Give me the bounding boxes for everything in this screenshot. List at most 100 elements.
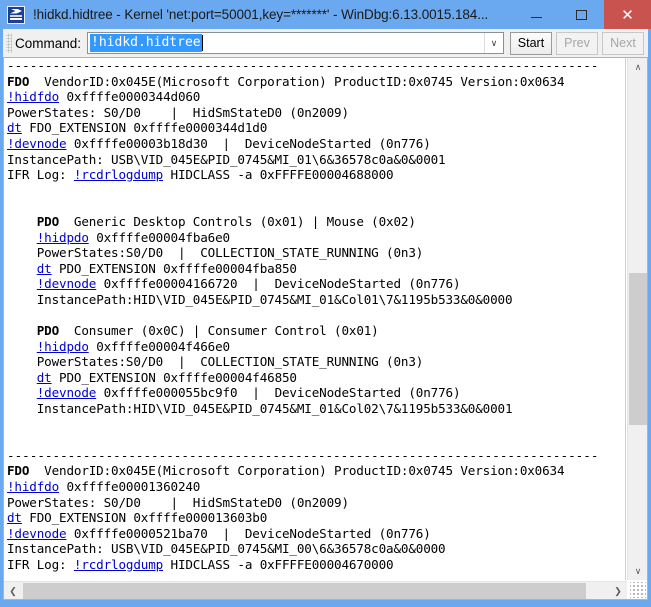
console-link[interactable]: !devnode (7, 526, 67, 541)
vertical-scrollbar[interactable]: ∧ ∨ (627, 58, 647, 580)
windbg-icon (7, 5, 25, 24)
console-line: IFR Log: !rcdrlogdump HIDCLASS -a 0xFFFF… (7, 167, 625, 183)
scroll-right-icon[interactable]: ❯ (609, 582, 627, 599)
console-text: IFR Log: (7, 167, 74, 183)
console-link[interactable]: !rcdrlogdump (74, 167, 163, 182)
console-text: FDO_EXTENSION 0xffffe000013603b0 (21, 510, 268, 526)
console-line: ----------------------------------------… (7, 58, 625, 74)
console-separator: ----------------------------------------… (7, 447, 599, 463)
console-line: PowerStates: S0/D0 | HidSmStateD0 (0n200… (7, 105, 625, 121)
console-line: !hidpdo 0xffffe00004f466e0 (7, 339, 625, 355)
console-text: VendorID:0x045E(Microsoft Corporation) P… (29, 73, 565, 89)
console-output: ----------------------------------------… (4, 58, 625, 580)
console-link[interactable]: dt (7, 510, 22, 525)
console-link[interactable]: dt (7, 120, 22, 135)
minimize-button[interactable] (514, 0, 559, 29)
console-line: ----------------------------------------… (7, 448, 625, 464)
console-link[interactable]: !hidfdo (7, 89, 59, 104)
console-line: !devnode 0xffffe000055bc9f0 | DeviceNode… (7, 385, 625, 401)
close-button[interactable]: ✕ (604, 0, 651, 29)
console-line: InstancePath: USB\VID_045E&PID_0745&MI_0… (7, 541, 625, 557)
console-text: InstancePath: USB\VID_045E&PID_0745&MI_0… (7, 541, 446, 557)
console-link[interactable]: !rcdrlogdump (74, 557, 163, 572)
resize-grip-icon[interactable] (630, 582, 646, 598)
console-text: VendorID:0x045E(Microsoft Corporation) P… (29, 463, 565, 479)
command-bar: Command: !hidkd.hidtree ∨ Start Prev Nex… (3, 29, 648, 57)
window-title: !hidkd.hidtree - Kernel 'net:port=50001,… (33, 7, 489, 22)
console-link[interactable]: !devnode (7, 136, 67, 151)
console-link[interactable]: !devnode (37, 276, 97, 291)
scroll-up-icon[interactable]: ∧ (628, 58, 647, 76)
command-input[interactable]: !hidkd.hidtree (90, 34, 202, 52)
console-keyword: FDO (7, 73, 30, 89)
console-viewport[interactable]: ----------------------------------------… (4, 58, 626, 580)
console-line: PowerStates:S0/D0 | COLLECTION_STATE_RUN… (7, 354, 625, 370)
console-line: InstancePath:HID\VID_045E&PID_0745&MI_01… (7, 292, 625, 308)
chevron-down-icon[interactable]: ∨ (484, 33, 503, 53)
console-line: dt FDO_EXTENSION 0xffffe0000344d1d0 (7, 120, 625, 136)
console-text: PowerStates:S0/D0 | COLLECTION_STATE_RUN… (36, 354, 424, 370)
window-controls: ✕ (514, 0, 651, 29)
console-keyword: FDO (7, 463, 30, 479)
maximize-button[interactable] (559, 0, 604, 29)
console-text: InstancePath:HID\VID_045E&PID_0745&MI_01… (36, 401, 513, 417)
console-line: IFR Log: !rcdrlogdump HIDCLASS -a 0xFFFF… (7, 557, 625, 573)
command-combobox[interactable]: !hidkd.hidtree ∨ (87, 32, 504, 54)
prev-button[interactable]: Prev (556, 31, 598, 55)
console-text: PowerStates:S0/D0 | COLLECTION_STATE_RUN… (36, 245, 424, 261)
console-link[interactable]: dt (37, 370, 52, 385)
console-text: 0xffffe00001360240 (59, 479, 201, 495)
console-line: PowerStates: S0/D0 | HidSmStateD0 (0n200… (7, 495, 625, 511)
console-line: !hidpdo 0xffffe00004fba6e0 (7, 230, 625, 246)
toolbar-grip-icon[interactable] (6, 33, 12, 53)
console-text: PDO_EXTENSION 0xffffe00004fba850 (51, 260, 297, 276)
start-button[interactable]: Start (510, 31, 552, 55)
title-bar[interactable]: !hidkd.hidtree - Kernel 'net:port=50001,… (0, 0, 651, 29)
minimize-icon (531, 17, 542, 18)
scroll-down-icon[interactable]: ∨ (628, 562, 647, 580)
console-link[interactable]: !hidpdo (37, 339, 89, 354)
console-line: dt PDO_EXTENSION 0xffffe00004f46850 (7, 370, 625, 386)
console-line: !hidfdo 0xffffe0000344d060 (7, 89, 625, 105)
console-line: PDO Generic Desktop Controls (0x01) | Mo… (7, 214, 625, 230)
horizontal-scroll-thumb[interactable] (23, 583, 586, 599)
next-button[interactable]: Next (602, 31, 644, 55)
console-line: FDO VendorID:0x045E(Microsoft Corporatio… (7, 463, 625, 479)
console-text: Generic Desktop Controls (0x01) | Mouse … (59, 213, 416, 229)
console-line: PDO Consumer (0x0C) | Consumer Control (… (7, 323, 625, 339)
text-caret (201, 35, 203, 51)
console-text: 0xffffe0000344d060 (59, 89, 201, 105)
console-link[interactable]: !hidfdo (7, 479, 59, 494)
console-link[interactable]: !hidpdo (37, 230, 89, 245)
horizontal-scrollbar[interactable]: ❮ ❯ (4, 581, 627, 599)
console-line: PowerStates:S0/D0 | COLLECTION_STATE_RUN… (7, 245, 625, 261)
console-text: 0xffffe00004fba6e0 (88, 229, 230, 245)
console-text: PDO_EXTENSION 0xffffe00004f46850 (51, 369, 297, 385)
console-line: dt FDO_EXTENSION 0xffffe000013603b0 (7, 510, 625, 526)
maximize-icon (576, 9, 587, 20)
console-line: !devnode 0xffffe0000521ba70 | DeviceNode… (7, 526, 625, 542)
console-link[interactable]: dt (37, 261, 52, 276)
output-pane: ----------------------------------------… (3, 57, 648, 600)
command-buttons: Start Prev Next (510, 31, 644, 55)
console-text: Consumer (0x0C) | Consumer Control (0x01… (59, 323, 379, 339)
console-text: PowerStates: S0/D0 | HidSmStateD0 (0n200… (7, 494, 349, 510)
scroll-left-icon[interactable]: ❮ (4, 582, 22, 599)
console-text: 0xffffe0000521ba70 | DeviceNodeStarted (… (66, 525, 431, 541)
console-text: 0xffffe00004166720 | DeviceNodeStarted (… (96, 276, 461, 292)
windbg-window: !hidkd.hidtree - Kernel 'net:port=50001,… (0, 0, 651, 607)
console-text: PowerStates: S0/D0 | HidSmStateD0 (0n200… (7, 104, 349, 120)
console-link[interactable]: !devnode (37, 385, 97, 400)
console-text: IFR Log: (7, 557, 74, 572)
console-line: InstancePath: USB\VID_045E&PID_0745&MI_0… (7, 152, 625, 168)
console-text: HIDCLASS -a 0xFFFFE00004688000 (163, 167, 394, 183)
console-text: FDO_EXTENSION 0xffffe0000344d1d0 (21, 120, 268, 136)
console-line: InstancePath:HID\VID_045E&PID_0745&MI_01… (7, 401, 625, 417)
vertical-scroll-thumb[interactable] (629, 273, 647, 425)
console-text: 0xffffe000055bc9f0 | DeviceNodeStarted (… (96, 385, 461, 401)
